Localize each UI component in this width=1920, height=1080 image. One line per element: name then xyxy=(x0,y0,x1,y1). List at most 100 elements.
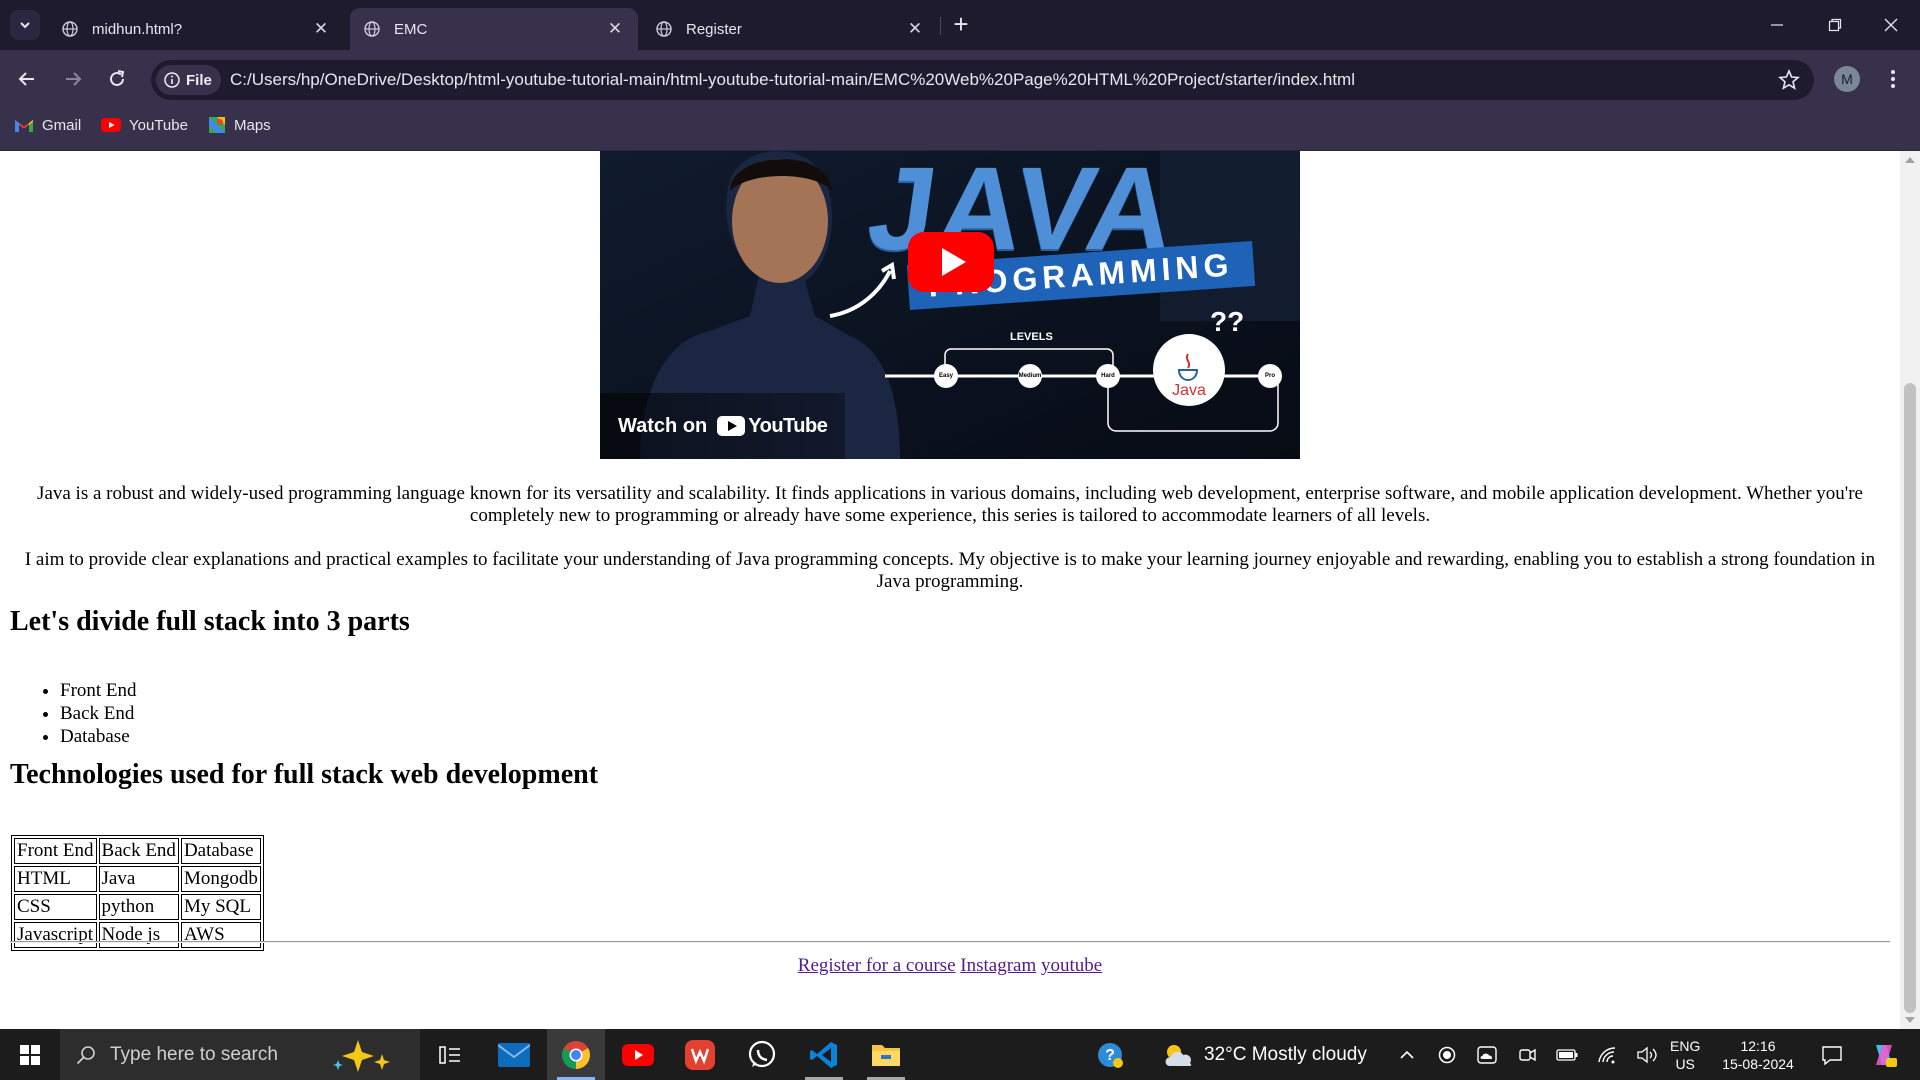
taskbar-youtube[interactable] xyxy=(609,1029,667,1080)
intro-paragraph: Java is a robust and widely-used program… xyxy=(37,483,1863,526)
taskbar-chrome[interactable] xyxy=(547,1029,605,1080)
restore-button[interactable] xyxy=(1806,0,1864,50)
close-tab-icon[interactable]: ✕ xyxy=(312,19,330,38)
youtube-wordmark-text: YouTube xyxy=(748,414,828,437)
task-view-button[interactable] xyxy=(421,1029,479,1080)
scroll-up-arrow[interactable] xyxy=(1905,157,1915,163)
keyboard-layout: US xyxy=(1675,1056,1695,1072)
close-window-button[interactable] xyxy=(1862,0,1920,50)
browser-toolbar: File C:/Users/hp/OneDrive/Desktop/html-y… xyxy=(0,50,1920,108)
volume-tray-icon[interactable] xyxy=(1632,1029,1662,1080)
tab-search-button[interactable] xyxy=(10,10,40,40)
page-viewport[interactable]: JAVA PROGRAMMING LEVELS Easy Medium Hard… xyxy=(0,151,1900,1029)
task-view-icon xyxy=(439,1045,460,1064)
taskbar-vscode[interactable] xyxy=(795,1029,853,1080)
scrollbar-thumb[interactable] xyxy=(1904,383,1916,1013)
table-row: Javascript Node js AWS xyxy=(14,922,261,948)
close-tab-icon[interactable]: ✕ xyxy=(606,19,624,38)
minimize-button[interactable] xyxy=(1748,0,1806,50)
network-tray-icon[interactable] xyxy=(1592,1029,1622,1080)
sparkle-icon xyxy=(333,1040,390,1072)
globe-icon xyxy=(62,21,78,37)
vertical-scrollbar[interactable] xyxy=(1900,151,1920,1029)
table-cell: Front End xyxy=(14,838,97,864)
reload-icon xyxy=(110,70,125,86)
back-arrow-icon xyxy=(18,72,34,86)
taskbar-mail[interactable] xyxy=(485,1029,543,1080)
tab-title: midhun.html? xyxy=(92,20,183,38)
register-course-link[interactable]: Register for a course xyxy=(798,955,956,976)
search-placeholder: Type here to search xyxy=(110,1043,278,1065)
globe-icon xyxy=(364,21,380,37)
taskbar-search-box[interactable]: Type here to search xyxy=(60,1029,420,1080)
bookmarks-bar: Gmail YouTube Maps xyxy=(0,108,1920,151)
profile-avatar[interactable]: M xyxy=(1834,66,1860,92)
help-tray-icon[interactable]: ? xyxy=(1090,1029,1130,1080)
clock-date: 15-08-2024 xyxy=(1722,1056,1794,1072)
watch-on-youtube-link[interactable]: Watch on YouTube xyxy=(600,393,846,459)
start-button[interactable] xyxy=(0,1029,60,1080)
show-hidden-icons[interactable] xyxy=(1392,1029,1422,1080)
bookmark-label: YouTube xyxy=(129,116,188,134)
battery-tray-icon[interactable] xyxy=(1552,1029,1582,1080)
clock-time: 12:16 xyxy=(1740,1038,1776,1054)
tab-separator xyxy=(940,17,941,35)
new-tab-button[interactable]: + xyxy=(948,9,974,39)
tech-heading: Technologies used for full stack web dev… xyxy=(10,759,599,790)
notification-icon xyxy=(1822,1045,1842,1065)
level-hard: Hard xyxy=(1096,364,1120,388)
youtube-embed[interactable]: JAVA PROGRAMMING LEVELS Easy Medium Hard… xyxy=(600,151,1300,459)
tab-title: EMC xyxy=(394,20,428,38)
bookmark-gmail[interactable]: Gmail xyxy=(14,108,81,142)
watch-on-label: Watch on xyxy=(618,414,708,437)
close-tab-icon[interactable]: ✕ xyxy=(906,19,924,38)
browser-menu-button[interactable] xyxy=(1880,66,1906,92)
instagram-link[interactable]: Instagram xyxy=(960,955,1036,976)
scroll-down-arrow[interactable] xyxy=(1905,1017,1915,1023)
table-row: Front End Back End Database xyxy=(14,838,261,864)
chrome-icon xyxy=(562,1040,590,1069)
parts-list: Front End Back End Database xyxy=(60,679,137,748)
record-tray-icon[interactable] xyxy=(1432,1029,1462,1080)
url-text[interactable]: C:/Users/hp/OneDrive/Desktop/html-youtub… xyxy=(230,60,1355,100)
back-button[interactable] xyxy=(10,62,44,96)
bookmark-youtube[interactable]: YouTube xyxy=(101,108,188,142)
site-info-chip[interactable]: File xyxy=(156,65,221,95)
wifi-icon xyxy=(1598,1046,1616,1063)
notifications-button[interactable] xyxy=(1812,1029,1852,1080)
site-chip-label: File xyxy=(186,71,212,89)
tab-midhun[interactable]: midhun.html? ✕ xyxy=(48,8,344,50)
taskbar-whatsapp[interactable] xyxy=(733,1029,791,1080)
reload-button[interactable] xyxy=(100,62,134,96)
minimize-icon xyxy=(1771,24,1783,26)
copilot-button[interactable] xyxy=(1862,1029,1906,1080)
level-medium: Medium xyxy=(1018,364,1042,388)
table-row: HTML Java Mongodb xyxy=(14,866,261,892)
footer-links: Register for a course Instagram youtube xyxy=(0,955,1900,977)
aim-paragraph: I aim to provide clear explanations and … xyxy=(24,549,1876,592)
youtube-link[interactable]: youtube xyxy=(1041,955,1102,976)
table-cell: Database xyxy=(180,838,261,864)
onedrive-tray-icon[interactable] xyxy=(1472,1029,1502,1080)
tab-register[interactable]: Register ✕ xyxy=(642,8,938,50)
parts-heading: Let's divide full stack into 3 parts xyxy=(10,606,410,637)
cloudy-weather-icon xyxy=(1165,1044,1192,1066)
input-language[interactable]: ENG US xyxy=(1670,1037,1700,1073)
table-cell: Javascript xyxy=(14,922,97,948)
bookmark-star-icon[interactable] xyxy=(1778,69,1800,91)
meet-now-tray-icon[interactable] xyxy=(1512,1029,1542,1080)
chevron-down-icon xyxy=(20,22,30,29)
wps-office-icon xyxy=(685,1039,715,1070)
taskbar-file-explorer[interactable] xyxy=(857,1029,915,1080)
windows-taskbar: Type here to search ? 32°C Mostly cloudy xyxy=(0,1029,1920,1080)
bookmark-maps[interactable]: Maps xyxy=(208,108,271,142)
tab-emc[interactable]: EMC ✕ xyxy=(350,8,638,50)
play-button[interactable] xyxy=(908,232,994,292)
forward-button[interactable] xyxy=(56,62,90,96)
system-clock[interactable]: 12:16 15-08-2024 xyxy=(1718,1037,1798,1073)
table-cell: CSS xyxy=(14,894,97,920)
address-bar[interactable]: File C:/Users/hp/OneDrive/Desktop/html-y… xyxy=(151,60,1814,100)
gmail-icon xyxy=(15,119,33,132)
taskbar-wps-office[interactable] xyxy=(671,1029,729,1080)
weather-widget[interactable]: 32°C Mostly cloudy xyxy=(1162,1029,1367,1080)
